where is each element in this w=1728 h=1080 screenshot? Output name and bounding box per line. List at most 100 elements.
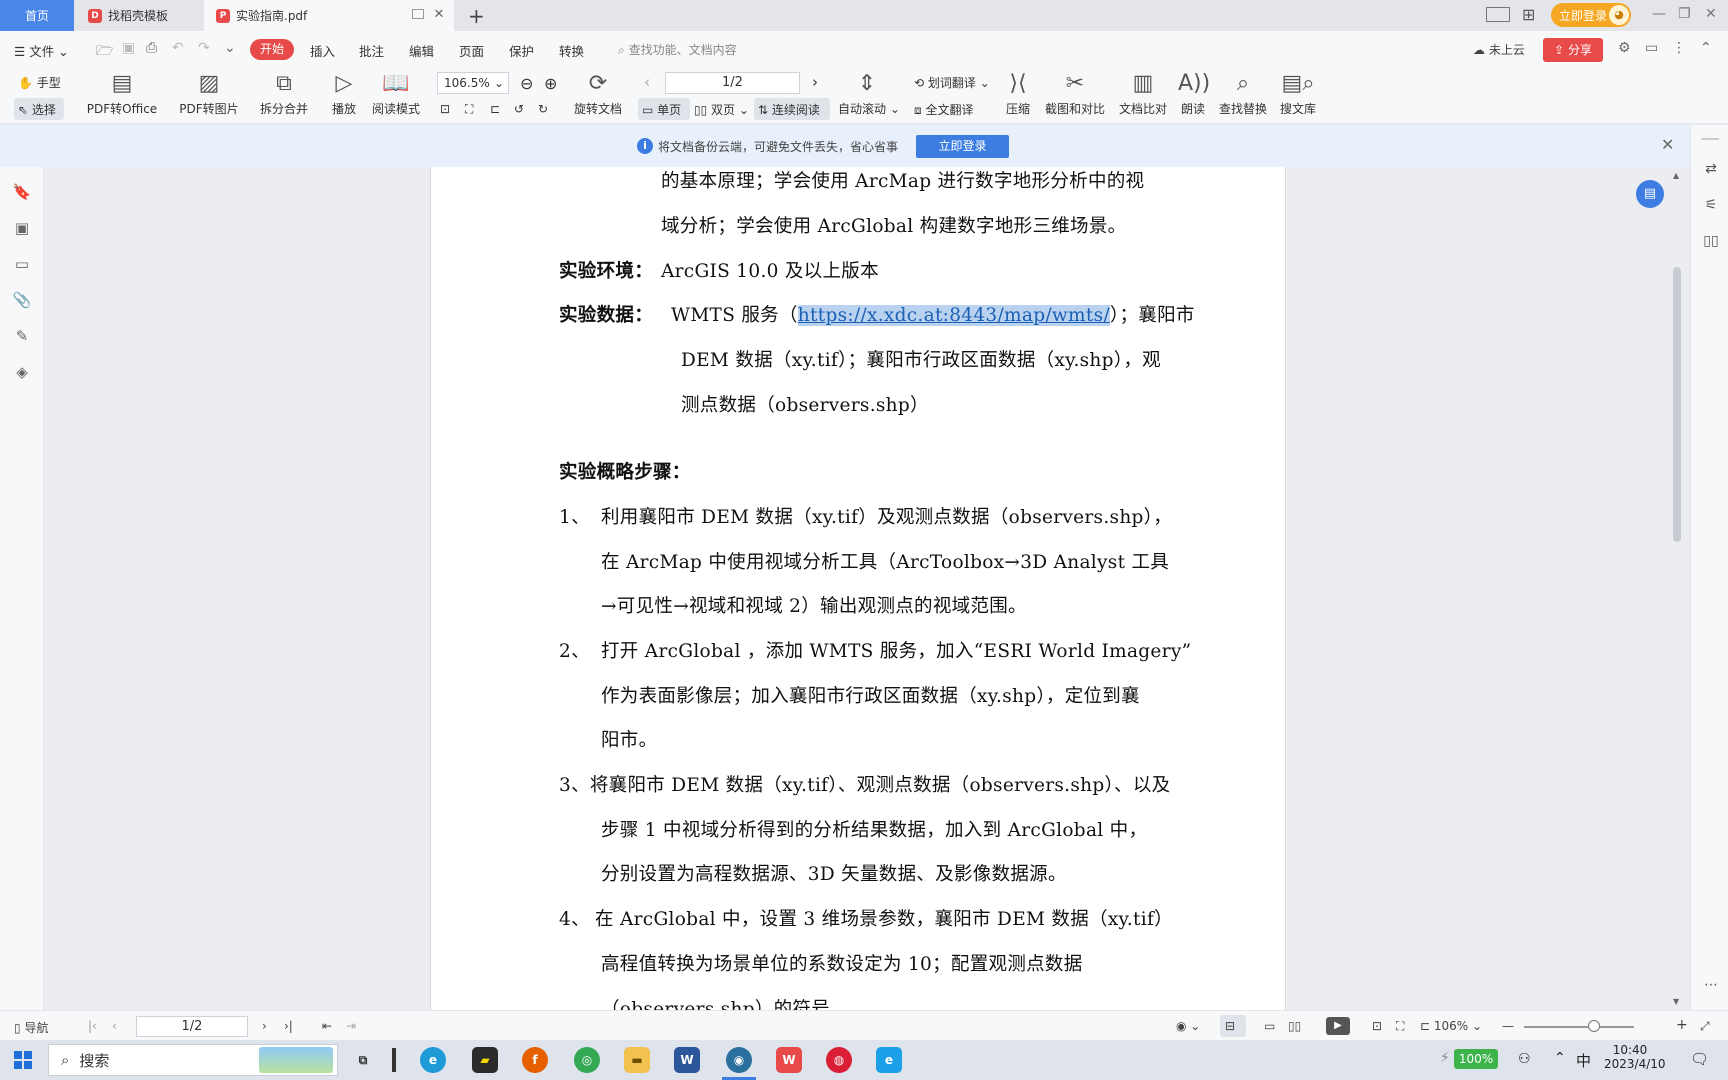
- signature-icon[interactable]: ✎: [12, 327, 32, 347]
- tab-document[interactable]: P 实验指南.pdf ✕: [204, 0, 454, 31]
- menu-protect[interactable]: 保护: [509, 41, 534, 60]
- full-translate-button[interactable]: ⧈ 全文翻译: [914, 101, 973, 118]
- login-button[interactable]: 立即登录 ◕: [1551, 3, 1631, 27]
- layers-icon[interactable]: ◈: [12, 363, 32, 383]
- first-page-icon[interactable]: |‹: [88, 1019, 97, 1033]
- zoom-slider[interactable]: [1524, 1020, 1634, 1032]
- zoom-slider-knob[interactable]: [1588, 1020, 1600, 1032]
- menu-start[interactable]: 开始: [250, 39, 294, 60]
- pdf-to-office-button[interactable]: ▤ PDF转Office: [80, 66, 164, 124]
- rotate-right-icon[interactable]: ↻: [538, 102, 548, 116]
- wmts-link[interactable]: https://x.xdc.at:8443/map/wmts/: [797, 305, 1110, 326]
- status-page-input[interactable]: 1/2: [136, 1016, 248, 1037]
- actual-size-status-icon[interactable]: ⊡: [1372, 1019, 1382, 1033]
- scroll-up-icon[interactable]: ▲: [1673, 171, 1679, 180]
- close-notice-icon[interactable]: ✕: [1661, 135, 1674, 154]
- firefox-icon[interactable]: f: [522, 1047, 548, 1073]
- translate-panel-icon[interactable]: ⇄: [1701, 161, 1721, 181]
- notification-icon[interactable]: 🗨: [1690, 1050, 1709, 1068]
- thumbnail-icon[interactable]: ▣: [12, 219, 32, 239]
- hand-tool[interactable]: ✋ 手型: [18, 74, 61, 91]
- auto-scroll-button[interactable]: ⇕ 自动滚动 ⌄: [838, 66, 900, 124]
- minimize-icon[interactable]: —: [1652, 6, 1666, 22]
- zoom-select[interactable]: 106.5% ⌄: [437, 72, 509, 94]
- menu-edit[interactable]: 编辑: [409, 41, 434, 60]
- windows-start-icon[interactable]: [14, 1051, 32, 1069]
- close-tab-icon[interactable]: ✕: [432, 8, 446, 22]
- prev-page-icon[interactable]: ‹: [644, 73, 650, 91]
- netease-music-icon[interactable]: ◍: [826, 1047, 852, 1073]
- reader-icon[interactable]: ▯▯: [1701, 233, 1721, 253]
- wps-icon[interactable]: W: [776, 1047, 802, 1073]
- clock[interactable]: 10:40 2023/4/10: [1604, 1043, 1666, 1071]
- zoom-in-status-icon[interactable]: +: [1676, 1017, 1688, 1033]
- rotate-left-icon[interactable]: ↺: [514, 102, 524, 116]
- page-input[interactable]: 1/2: [665, 72, 800, 94]
- play-status-icon[interactable]: ▶: [1326, 1017, 1350, 1035]
- power-icon[interactable]: ⚡: [1440, 1050, 1450, 1066]
- word-translate-button[interactable]: ⟲ 划词翻译 ⌄: [914, 74, 990, 91]
- eye-protect-icon[interactable]: ◉ ⌄: [1176, 1019, 1200, 1033]
- drag-handle[interactable]: [1701, 138, 1719, 140]
- taskbar-search-input[interactable]: ⌕ 搜索: [48, 1044, 338, 1076]
- vertical-scrollbar[interactable]: ▲ ▼: [1670, 167, 1684, 1010]
- screenshot-compare-button[interactable]: ✂ 截图和对比: [1042, 66, 1108, 124]
- task-view-icon[interactable]: ⧉: [350, 1047, 376, 1073]
- zoom-status[interactable]: ⊏ 106% ⌄: [1420, 1019, 1482, 1033]
- next-page-icon[interactable]: ›: [812, 73, 818, 91]
- menu-page[interactable]: 页面: [459, 41, 484, 60]
- tray-expand-icon[interactable]: ⌃: [1554, 1050, 1566, 1066]
- next-page-status-icon[interactable]: ›: [262, 1019, 267, 1033]
- menu-convert[interactable]: 转换: [559, 41, 584, 60]
- file-menu[interactable]: ☰ 文件 ⌄: [14, 41, 69, 60]
- single-page-button[interactable]: ▭ 单页: [642, 101, 681, 118]
- scroll-down-icon[interactable]: ▼: [1673, 997, 1679, 1006]
- more-menu-icon[interactable]: ⋮: [1672, 40, 1686, 56]
- save-icon[interactable]: ▣: [122, 40, 135, 56]
- single-mode-icon[interactable]: ▭: [1264, 1019, 1275, 1033]
- actual-size-icon[interactable]: ⊡: [440, 102, 450, 116]
- backup-login-button[interactable]: 立即登录: [916, 135, 1009, 158]
- zoom-out-icon[interactable]: ⊖: [520, 74, 533, 93]
- restore-icon[interactable]: ❐: [1678, 6, 1691, 22]
- ime-indicator[interactable]: 中: [1576, 1050, 1591, 1071]
- zoom-out-status-icon[interactable]: —: [1502, 1019, 1514, 1033]
- continuous-mode-icon[interactable]: ⊟: [1225, 1019, 1235, 1033]
- last-page-icon[interactable]: ›|: [284, 1019, 293, 1033]
- attachment-icon[interactable]: 📎: [12, 291, 32, 311]
- zoom-in-icon[interactable]: ⊕: [544, 74, 557, 93]
- window-icon[interactable]: [412, 9, 424, 19]
- arcglobe-icon[interactable]: ◉: [726, 1047, 752, 1073]
- fit-status-icon[interactable]: ⛶: [1396, 1019, 1404, 1034]
- double-mode-icon[interactable]: ▯▯: [1288, 1019, 1301, 1033]
- comment-icon[interactable]: ▭: [1645, 40, 1658, 56]
- continuous-read-button[interactable]: ⇅ 连续阅读: [758, 101, 820, 118]
- fullscreen-icon[interactable]: ⤢: [1700, 1019, 1710, 1034]
- edge-icon[interactable]: e: [420, 1047, 446, 1073]
- battery-badge[interactable]: 100%: [1454, 1049, 1498, 1069]
- pdf-to-image-button[interactable]: ▨ PDF转图片: [176, 66, 242, 124]
- comment-panel-icon[interactable]: ▭: [12, 255, 32, 275]
- browser-icon[interactable]: e: [876, 1047, 902, 1073]
- redo-icon[interactable]: ↷: [198, 40, 210, 56]
- double-page-button[interactable]: ▯▯ 双页 ⌄: [694, 101, 749, 118]
- print-icon[interactable]: ⎙: [146, 40, 157, 56]
- nav-toggle[interactable]: ▯ 导航: [14, 1019, 48, 1036]
- chrome-icon[interactable]: ◎: [574, 1047, 600, 1073]
- sticky-notes-icon[interactable]: ▰: [472, 1047, 498, 1073]
- split-merge-button[interactable]: ⧉ 拆分合并: [252, 66, 316, 124]
- menu-annotate[interactable]: 批注: [359, 41, 384, 60]
- more-tools-icon[interactable]: ⋯: [1701, 977, 1721, 997]
- read-mode-button[interactable]: 📖 阅读模式: [368, 66, 424, 124]
- select-tool[interactable]: ⇖ 选择: [18, 101, 56, 118]
- rotate-doc-button[interactable]: ⟳ 旋转文档: [572, 66, 624, 124]
- forward-icon[interactable]: ⇥: [346, 1019, 356, 1033]
- find-replace-button[interactable]: ⌕ 查找替换: [1216, 66, 1270, 124]
- grid-icon[interactable]: ⊞: [1522, 5, 1535, 24]
- floating-tool-icon[interactable]: ▤: [1636, 180, 1664, 208]
- bookmark-icon[interactable]: 🔖: [12, 183, 32, 203]
- adjust-icon[interactable]: ⚟: [1701, 197, 1721, 217]
- collapse-icon[interactable]: ⌃: [1700, 40, 1712, 56]
- fit-page-icon[interactable]: ⛶: [465, 102, 473, 117]
- read-aloud-button[interactable]: A)) 朗读: [1178, 66, 1210, 124]
